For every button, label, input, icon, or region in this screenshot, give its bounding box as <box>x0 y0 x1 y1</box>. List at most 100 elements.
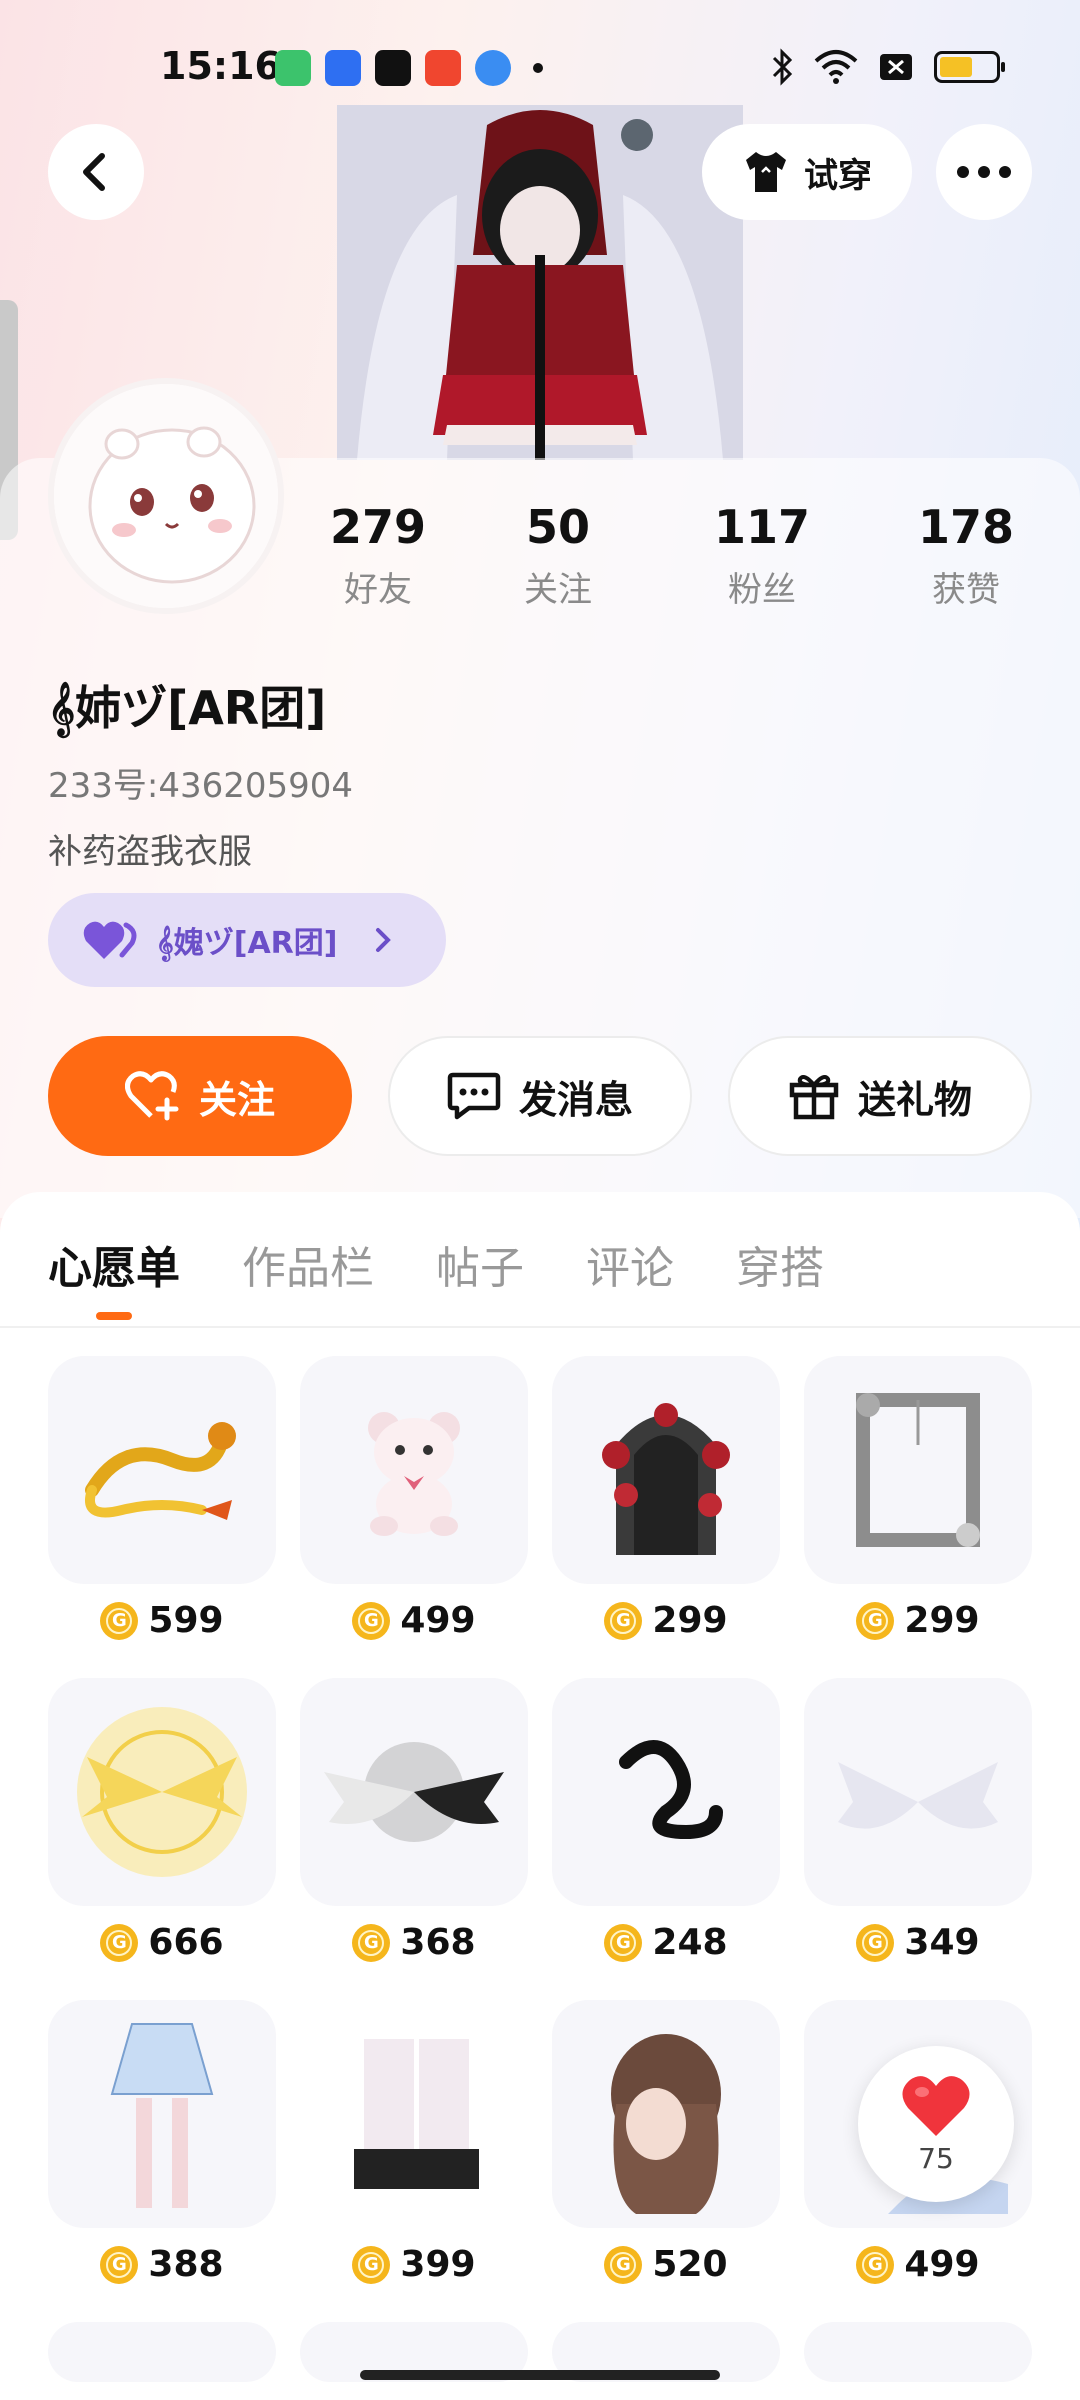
status-time: 15:16 <box>160 44 281 88</box>
wishlist-item[interactable]: G 599 <box>48 1356 276 1641</box>
tab-wishlist[interactable]: 心愿单 <box>48 1232 180 1296</box>
gift-box-icon <box>789 1075 839 1120</box>
profile-tabs: 心愿单 作品栏 帖子 评论 穿搭 <box>48 1232 824 1296</box>
wishlist-item[interactable]: G 520 <box>552 2000 780 2285</box>
brown-long-hair-icon <box>552 2000 780 2228</box>
home-indicator[interactable] <box>360 2370 720 2380</box>
coin-icon: G <box>856 1923 895 1962</box>
tshirt-icon <box>746 152 786 192</box>
item-thumbnail <box>48 2322 276 2382</box>
coin-icon: G <box>604 2245 643 2284</box>
status-app-icons <box>275 50 543 86</box>
item-price: G 499 <box>804 2244 1032 2285</box>
no-sim-icon <box>880 54 912 80</box>
more-dots-icon <box>957 166 1011 178</box>
stat-likes[interactable]: 178 获赞 <box>886 500 1046 611</box>
item-price: G 299 <box>552 1600 780 1641</box>
tab-works[interactable]: 作品栏 <box>242 1232 374 1296</box>
blue-skirt-stockings-icon <box>48 2000 276 2228</box>
silver-ornate-frame-icon <box>804 1356 1032 1584</box>
heart-plus-icon <box>124 1071 179 1121</box>
tab-outfits[interactable]: 穿搭 <box>736 1232 824 1296</box>
coin-icon: G <box>100 2245 139 2284</box>
pink-teddy-bear-icon <box>300 1356 528 1584</box>
back-button[interactable] <box>48 124 144 220</box>
wishlist-item[interactable] <box>48 2322 276 2382</box>
item-price: G 499 <box>300 1600 528 1641</box>
item-price: G 666 <box>48 1922 276 1963</box>
stat-following[interactable]: 50 关注 <box>478 500 638 611</box>
item-price: G 299 <box>804 1600 1032 1641</box>
black-white-wings-icon <box>300 1678 528 1906</box>
stat-friends[interactable]: 279 好友 <box>298 500 458 611</box>
wishlist-item[interactable]: G 299 <box>552 1356 780 1641</box>
app-notification-icon <box>275 50 311 86</box>
double-heart-icon <box>83 921 137 959</box>
stat-likes-count: 178 <box>917 500 1015 554</box>
item-price: G 368 <box>300 1922 528 1963</box>
coin-icon: G <box>352 2245 391 2284</box>
like-float-button[interactable]: 75 <box>858 2046 1014 2202</box>
wishlist-item[interactable] <box>804 2322 1032 2382</box>
user-nickname: 𝄞姉ヅ[AR团] <box>48 681 327 735</box>
wishlist-item[interactable]: G 349 <box>804 1678 1032 1963</box>
stat-following-label: 关注 <box>524 570 592 610</box>
item-price: G 399 <box>300 2244 528 2285</box>
item-price: G 248 <box>552 1922 780 1963</box>
stat-friends-label: 好友 <box>344 570 412 610</box>
tab-comments[interactable]: 评论 <box>586 1232 674 1296</box>
battery-icon <box>934 51 1005 83</box>
stat-friends-count: 279 <box>329 500 427 554</box>
try-on-button[interactable]: 试穿 <box>702 124 912 220</box>
coin-icon: G <box>856 2245 895 2284</box>
profile-stats: 279 好友 50 关注 117 粉丝 178 获赞 <box>0 500 1080 620</box>
active-tab-indicator <box>96 1312 132 1320</box>
follow-button[interactable]: 关注 <box>48 1036 352 1156</box>
status-system-icons <box>770 48 1005 86</box>
tiktok-icon <box>375 50 411 86</box>
black-tail-icon <box>552 1678 780 1906</box>
send-message-button[interactable]: 发消息 <box>388 1036 692 1156</box>
more-notifications-icon <box>533 63 543 73</box>
coin-icon: G <box>100 1923 139 1962</box>
send-message-label: 发消息 <box>518 1077 633 1122</box>
stat-likes-label: 获赞 <box>932 570 1000 610</box>
stat-following-count: 50 <box>525 500 590 554</box>
coin-icon: G <box>352 1923 391 1962</box>
rose-gothic-door-icon <box>552 1356 780 1584</box>
chevron-left-icon <box>83 153 105 191</box>
wishlist-item[interactable]: G 399 <box>300 2000 528 2285</box>
wishlist-item[interactable]: G 499 <box>300 1356 528 1641</box>
send-gift-button[interactable]: 送礼物 <box>728 1036 1032 1156</box>
item-thumbnail <box>804 2322 1032 2382</box>
feather-app-icon <box>475 50 511 86</box>
wishlist-item[interactable]: G 368 <box>300 1678 528 1963</box>
coin-icon: G <box>856 1601 895 1640</box>
wishlist-item[interactable]: G 388 <box>48 2000 276 2285</box>
bluetooth-icon <box>772 48 793 86</box>
tab-divider <box>0 1326 1080 1328</box>
cp-partner-name: 𝄞媿ヅ[AR团] <box>156 926 338 961</box>
item-price: G 388 <box>48 2244 276 2285</box>
user-bio: 补药盗我衣服 <box>48 832 252 872</box>
stat-fans-count: 117 <box>713 500 811 554</box>
try-on-label: 试穿 <box>804 155 872 196</box>
video-app-icon <box>425 50 461 86</box>
wishlist-item[interactable]: G 666 <box>48 1678 276 1963</box>
stat-fans[interactable]: 117 粉丝 <box>682 500 842 611</box>
wishlist-item[interactable]: G 299 <box>804 1356 1032 1641</box>
white-angel-wings-icon <box>804 1678 1032 1906</box>
wifi-icon <box>814 50 858 84</box>
more-options-button[interactable] <box>936 124 1032 220</box>
tab-posts[interactable]: 帖子 <box>436 1232 524 1296</box>
follow-label: 关注 <box>198 1077 275 1122</box>
heart-icon <box>902 2075 970 2136</box>
stat-fans-label: 粉丝 <box>728 570 796 610</box>
user-id[interactable]: 233号:436205904 <box>48 758 353 807</box>
coin-icon: G <box>604 1923 643 1962</box>
chevron-right-icon <box>376 928 392 952</box>
chat-bubble-icon <box>447 1072 501 1120</box>
character-avatar-image[interactable] <box>337 105 743 460</box>
cp-relationship-pill[interactable]: 𝄞媿ヅ[AR团] <box>48 893 446 987</box>
wishlist-item[interactable]: G 248 <box>552 1678 780 1963</box>
